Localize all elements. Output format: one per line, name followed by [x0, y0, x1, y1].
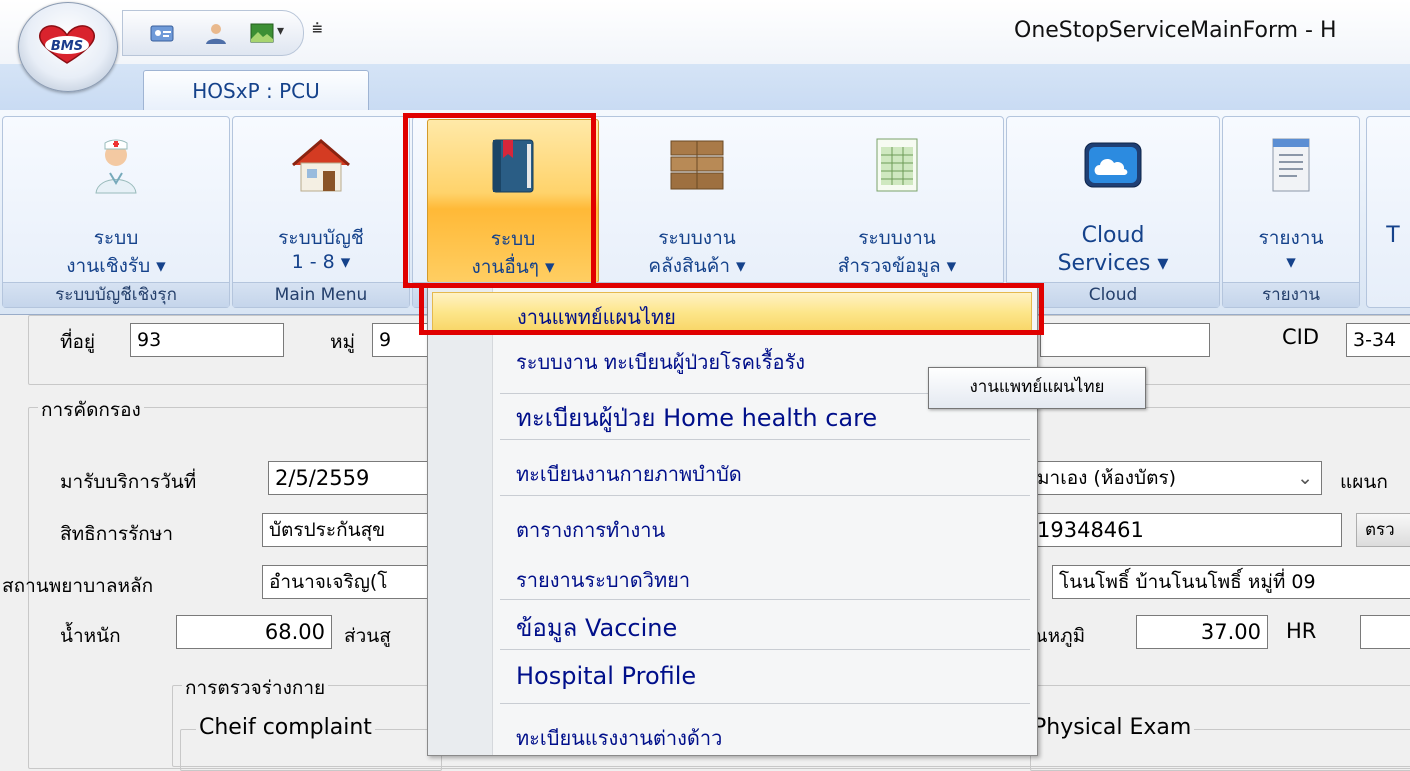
ribbon-group-main-menu: ระบบบัญชี 1 - 8 ▾ Main Menu [232, 116, 410, 308]
ribbon-button-label-line1: ระบบงาน [658, 227, 736, 249]
exam-group-title: การตรวจร่างกาย [182, 673, 329, 703]
group-label-proactive: ระบบบัญชีเชิงรุก [3, 282, 229, 307]
app-orb-button[interactable]: BMS [18, 2, 118, 92]
menu-item-vaccine-data[interactable]: ข้อมูล Vaccine [432, 604, 1032, 644]
weight-label: น้ำหนัก [60, 625, 121, 647]
chief-complaint-label: Cheif complaint [196, 715, 375, 740]
ribbon-group-partial: T [1366, 116, 1410, 308]
survey-system-button[interactable]: ระบบงาน สำรวจข้อมูล ▾ [799, 119, 995, 281]
ribbon-button-label-line2: Services ▾ [1057, 251, 1169, 276]
visit-date-label: มารับบริการวันที่ [60, 471, 197, 493]
right-label: สิทธิการรักษา [60, 523, 173, 545]
other-systems-menu: งานแพทย์แผนไทย ระบบงาน ทะเบียนผู้ป่วยโรค… [427, 285, 1038, 756]
ribbon-button-label-line2: 1 - 8 ▾ [291, 251, 351, 273]
warehouse-system-button[interactable]: ระบบงาน คลังสินค้า ▾ [607, 119, 787, 281]
full-address-field[interactable]: โนนโพธิ์ บ้านโนนโพธิ์ หมู่ที่ 09 [1052, 565, 1410, 599]
menu-separator [500, 703, 1030, 704]
weight-field[interactable]: 68.00 [176, 615, 332, 649]
group-label-main-menu: Main Menu [233, 282, 409, 307]
menu-separator [500, 495, 1030, 496]
menu-tooltip: งานแพทย์แผนไทย [928, 367, 1146, 409]
image-icon[interactable] [249, 21, 275, 45]
report-button[interactable]: รายงาน ▾ [1229, 119, 1353, 281]
house-icon [292, 139, 350, 192]
ribbon-button-label-line2: งานอื่นๆ ▾ [471, 256, 555, 278]
book-icon [492, 139, 534, 193]
blank-field[interactable] [1040, 323, 1210, 357]
department-label: แผนก [1340, 471, 1388, 493]
ribbon-group-proactive: ระบบ งานเชิงรับ ▾ ระบบบัญชีเชิงรุก [2, 116, 230, 308]
warehouse-boxes-icon [670, 140, 724, 190]
height-label: ส่วนสู [344, 625, 391, 647]
ribbon-button-label-line1: T [1386, 223, 1400, 248]
quick-access-toolbar: ▾ [122, 10, 304, 56]
bms-logo-icon: BMS [38, 25, 96, 64]
chevron-down-icon: ⌄ [1297, 467, 1313, 489]
ribbon-group-cloud: Cloud Services ▾ Cloud [1006, 116, 1220, 308]
visit-date-field[interactable]: 2/5/2559 [268, 461, 438, 495]
ribbon-group-report: รายงาน ▾ รายงาน [1222, 116, 1360, 308]
other-systems-button[interactable]: ระบบ งานอื่นๆ ▾ [427, 119, 599, 283]
cid-field[interactable]: 3-34 [1346, 323, 1410, 357]
address-label: ที่อยู่ [60, 331, 96, 353]
id-card-icon[interactable] [149, 21, 175, 45]
ribbon-button-label-line1: รายงาน [1258, 227, 1324, 249]
address-field[interactable]: 93 [130, 323, 284, 357]
hr-field[interactable] [1360, 615, 1410, 649]
cloud-services-button[interactable]: Cloud Services ▾ [1013, 119, 1213, 281]
ribbon-button-label-line1: ระบบบัญชี [278, 227, 364, 249]
menu-item-epidemiology-report[interactable]: รายงานระบาดวิทยา [432, 556, 1032, 596]
svg-text:BMS: BMS [51, 39, 83, 54]
ribbon-button-label-line1: Cloud [1081, 223, 1145, 248]
screening-group-title: การคัดกรอง [38, 395, 144, 425]
cid-label: CID [1282, 325, 1320, 349]
ribbon-button-label-line1: ระบบ [490, 228, 536, 250]
check-right-button[interactable]: ตรว [1356, 513, 1410, 547]
nurse-icon [95, 139, 137, 194]
menu-item-thai-traditional-medicine[interactable]: งานแพทย์แผนไทย [432, 292, 1032, 332]
chevron-down-icon[interactable]: ▾ [277, 23, 303, 47]
spreadsheet-icon [876, 138, 918, 192]
temperature-label: ณหภูมิ [1030, 625, 1086, 647]
cloud-icon [1084, 142, 1142, 188]
menu-separator [500, 439, 1030, 440]
partial-ribbon-button[interactable]: T [1373, 119, 1410, 281]
accounts-1-8-button[interactable]: ระบบบัญชี 1 - 8 ▾ [239, 119, 403, 281]
menu-item-work-schedule[interactable]: ตารางการทำงาน [432, 506, 1032, 546]
right-number-field[interactable]: 19348461 [1030, 513, 1342, 547]
menu-separator [500, 599, 1030, 600]
ribbon-group-systems: ระบบ งานอื่นๆ ▾ ระบบงาน คลังสินค้า ▾ ระบ… [412, 116, 1004, 308]
group-label-report: รายงาน [1223, 282, 1359, 307]
menu-separator [500, 649, 1030, 650]
moo-field[interactable]: 9 [372, 323, 432, 357]
physical-exam-label: Physical Exam [1030, 715, 1195, 740]
ribbon-button-label-line2: ▾ [1286, 251, 1296, 273]
main-hospital-label: สถานพยาบาลหลัก [2, 575, 154, 597]
tab-hosxp-pcu[interactable]: HOSxP : PCU [143, 70, 369, 111]
department-select[interactable]: มาเอง (ห้องบัตร) ⌄ [1030, 461, 1322, 495]
ribbon-button-label-line2: สำรวจข้อมูล ▾ [837, 255, 957, 277]
ribbon-button-label-line1: ระบบ [93, 227, 139, 249]
report-document-icon [1272, 138, 1310, 192]
temperature-field[interactable]: 37.00 [1136, 615, 1268, 649]
qat-customize-icon[interactable]: ⩧ [312, 18, 323, 39]
moo-label: หมู่ [330, 331, 356, 353]
ribbon-tab-row: HOSxP : PCU [0, 64, 1410, 111]
menu-item-physiotherapy-registry[interactable]: ทะเบียนงานกายภาพบำบัด [432, 450, 1032, 490]
user-icon[interactable] [203, 21, 229, 45]
window-title: OneStopServiceMainForm - H [1014, 18, 1337, 43]
menu-item-hospital-profile[interactable]: Hospital Profile [432, 658, 1032, 698]
hr-label: HR [1286, 619, 1317, 643]
main-hospital-field[interactable]: อำนาจเจริญ(โ [262, 565, 438, 599]
department-value: มาเอง (ห้องบัตร) [1037, 467, 1177, 489]
ribbon-button-label-line2: คลังสินค้า ▾ [648, 255, 746, 277]
group-label-cloud: Cloud [1007, 282, 1219, 307]
ribbon-button-label-line2: งานเชิงรับ ▾ [66, 255, 166, 277]
passive-system-button[interactable]: ระบบ งานเชิงรับ ▾ [9, 119, 223, 281]
ribbon-button-label-line1: ระบบงาน [858, 227, 936, 249]
right-field[interactable]: บัตรประกันสุข [262, 513, 438, 547]
menu-item-foreign-workers-registry[interactable]: ทะเบียนแรงงานต่างด้าว [432, 714, 1032, 754]
title-bar: ▾ BMS ⩧ OneStopServiceMainForm - H [0, 0, 1410, 92]
